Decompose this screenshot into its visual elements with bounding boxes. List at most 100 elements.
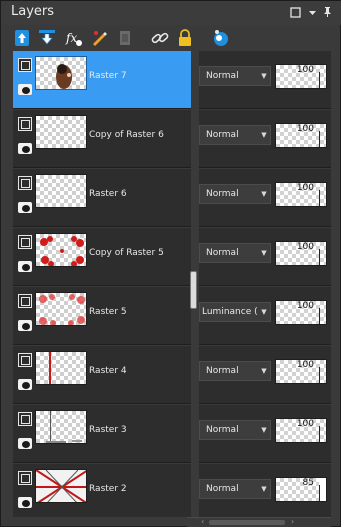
layer-group-icon[interactable] [18,353,32,367]
layer-row[interactable]: Raster 6 Normal ▼ 100 [13,169,331,227]
opacity-value: 100 [296,419,314,429]
layers-toolbar: fx [1,25,341,51]
edit-layer-icon[interactable] [89,27,111,49]
chevron-down-icon: ▼ [261,249,267,257]
visibility-eye-icon[interactable] [18,320,32,331]
link-layers-icon[interactable] [149,27,171,49]
layer-row[interactable]: Copy of Raster 5 Normal ▼ 100 [13,228,331,286]
layer-row[interactable]: Raster 4 Normal ▼ 100 [13,346,331,404]
layer-controls: Luminance (L)▼ 100 [199,287,331,345]
layer-row-main[interactable]: Raster 3 [13,405,191,463]
chevron-down-icon: ▼ [261,485,267,493]
scroll-right-icon[interactable]: › [291,517,294,526]
layer-name: Copy of Raster 5 [89,248,164,258]
scrollbar-thumb[interactable] [209,520,285,525]
layer-row-main[interactable]: Raster 5 [13,287,191,345]
layer-row[interactable]: Raster 7 Normal ▼ 100 [13,51,331,109]
svg-text:fx: fx [65,31,77,45]
pin-icon[interactable] [319,4,335,20]
delete-layer-icon[interactable] [114,27,136,49]
opacity-slider[interactable]: 100 [275,123,327,148]
layer-properties-icon[interactable] [210,27,232,49]
layer-row[interactable]: Raster 3 Normal ▼ 100 [13,405,331,463]
blend-mode-dropdown[interactable]: Luminance (L)▼ [199,302,271,322]
layer-controls: Normal ▼ 100 [199,110,331,168]
blend-mode-dropdown[interactable]: Normal ▼ [199,420,271,440]
layer-group-icon[interactable] [18,235,32,249]
opacity-value: 85 [302,478,314,488]
layer-thumbnail [35,56,87,90]
blend-mode-label: Normal [206,366,239,376]
layer-row[interactable]: Copy of Raster 6 Normal ▼ 100 [13,110,331,168]
layer-row-main[interactable]: Raster 7 [13,51,191,109]
layer-group-icon[interactable] [18,294,32,308]
layer-row-main[interactable]: Raster 2 [13,464,191,517]
blend-mode-label: Luminance (L) [202,307,258,317]
opacity-slider[interactable]: 100 [275,300,327,325]
opacity-slider[interactable]: 100 [275,418,327,443]
visibility-eye-icon[interactable] [18,379,32,390]
layer-group-icon[interactable] [18,117,32,131]
opacity-slider[interactable]: 100 [275,359,327,384]
blend-mode-label: Normal [206,248,239,258]
layer-controls: Normal ▼ 100 [199,228,331,286]
layer-visibility-icon[interactable]: fx [63,27,85,49]
visibility-eye-icon[interactable] [18,84,32,95]
splitter-handle[interactable] [190,271,197,309]
maximize-icon[interactable] [287,4,303,20]
opacity-marker [319,485,320,501]
opacity-value: 100 [296,183,314,193]
layer-thumbnail [35,115,87,149]
layer-row-main[interactable]: Raster 6 [13,169,191,227]
visibility-eye-icon[interactable] [18,497,32,508]
layer-group-icon[interactable] [18,176,32,190]
new-layer-below-icon[interactable] [36,27,58,49]
blend-mode-dropdown[interactable]: Normal ▼ [199,184,271,204]
opacity-value: 100 [296,360,314,370]
layer-group-icon[interactable] [18,412,32,426]
opacity-value: 100 [296,65,314,75]
layer-row[interactable]: Raster 5 Luminance (L)▼ 100 [13,287,331,345]
opacity-slider[interactable]: 100 [275,182,327,207]
panel-titlebar: Layers [1,1,341,25]
opacity-marker [319,72,320,88]
dropdown-icon[interactable] [304,4,320,20]
visibility-eye-icon[interactable] [18,143,32,154]
blend-mode-label: Normal [206,425,239,435]
layer-row-main[interactable]: Raster 4 [13,346,191,404]
blend-mode-dropdown[interactable]: Normal ▼ [199,361,271,381]
lock-layer-icon[interactable] [174,27,196,49]
visibility-eye-icon[interactable] [18,202,32,213]
blend-mode-dropdown[interactable]: Normal ▼ [199,243,271,263]
blend-mode-label: Normal [206,130,239,140]
layer-row-main[interactable]: Copy of Raster 6 [13,110,191,168]
opacity-slider[interactable]: 100 [275,64,327,89]
new-raster-layer-icon[interactable] [11,27,33,49]
layer-name: Raster 5 [89,307,127,317]
layer-row[interactable]: Raster 2 Normal ▼ 85 [13,464,331,517]
layer-controls: Normal ▼ 100 [199,51,331,109]
blend-mode-label: Normal [206,71,239,81]
blend-mode-dropdown[interactable]: Normal ▼ [199,479,271,499]
layer-row-main[interactable]: Copy of Raster 5 [13,228,191,286]
scroll-left-icon[interactable]: ‹ [201,517,204,526]
horizontal-scrollbar[interactable]: ‹ › [187,517,331,527]
layer-list: Raster 7 Normal ▼ 100 Copy of Raster 6 Normal… [13,51,331,517]
layer-thumbnail [35,469,87,503]
layer-name: Copy of Raster 6 [89,130,164,140]
layer-thumbnail [35,174,87,208]
visibility-eye-icon[interactable] [18,261,32,272]
layer-group-icon[interactable] [18,58,32,72]
opacity-value: 100 [296,301,314,311]
opacity-marker [319,367,320,383]
visibility-eye-icon[interactable] [18,438,32,449]
opacity-slider[interactable]: 85 [275,477,327,502]
opacity-slider[interactable]: 100 [275,241,327,266]
opacity-value: 100 [296,242,314,252]
layer-group-icon[interactable] [18,471,32,485]
blend-mode-dropdown[interactable]: Normal ▼ [199,125,271,145]
chevron-down-icon: ▼ [261,190,267,198]
layer-name: Raster 2 [89,484,127,494]
blend-mode-dropdown[interactable]: Normal ▼ [199,66,271,86]
blend-mode-label: Normal [206,484,239,494]
